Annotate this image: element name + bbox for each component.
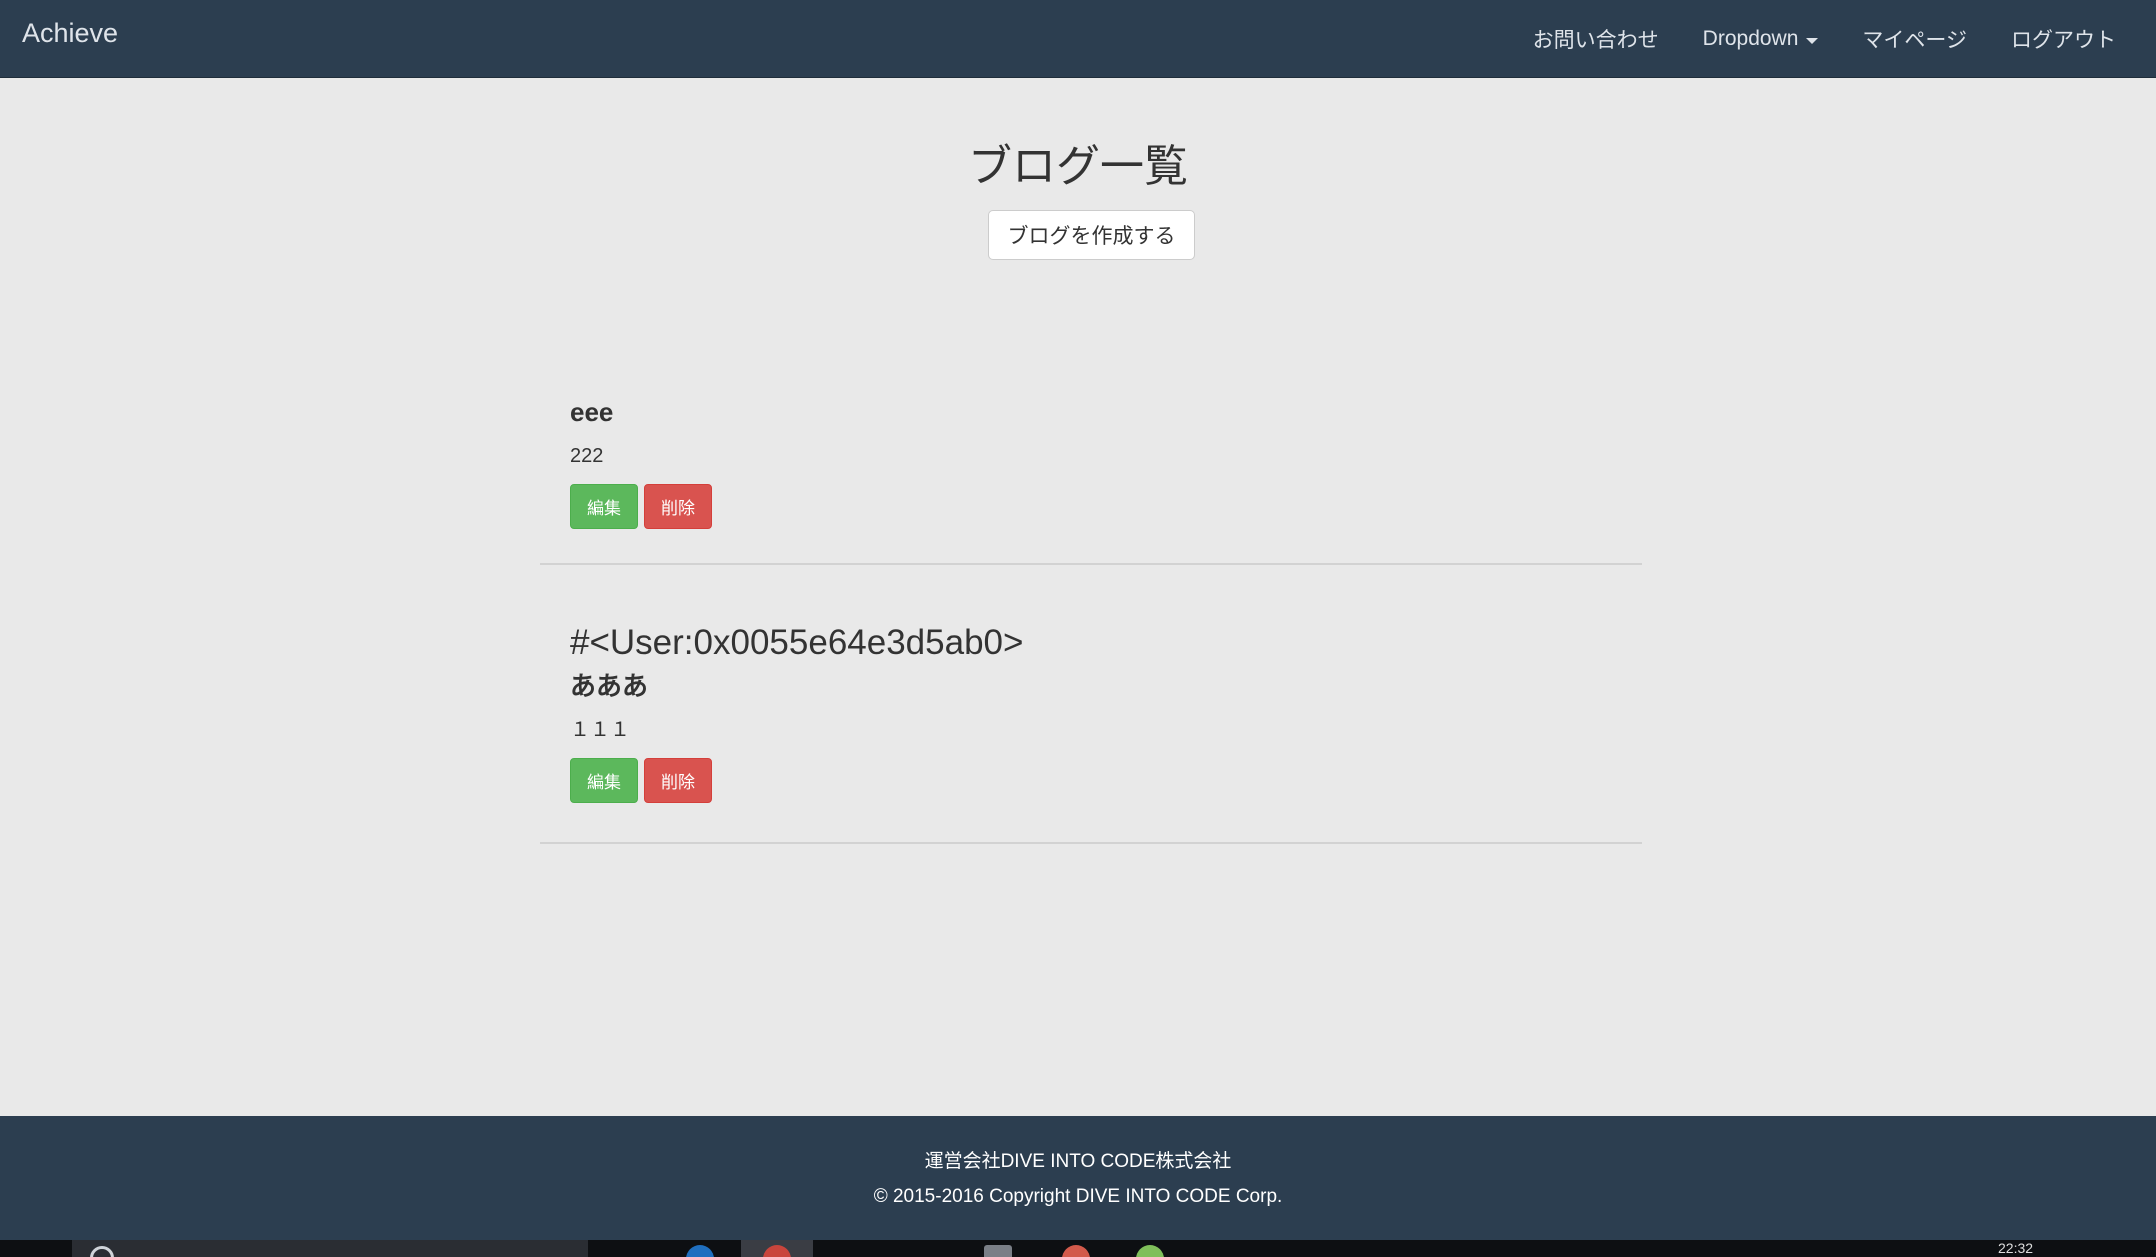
blog-user: #<User:0x0055e64e3d5ab0>	[570, 623, 1024, 662]
edit-button[interactable]: 編集	[570, 758, 638, 803]
app-icon[interactable]	[1062, 1245, 1090, 1257]
taskbar-active-app[interactable]	[741, 1240, 813, 1257]
blog-entry: #<User:0x0055e64e3d5ab0> あああ １１１ 編集 削除	[540, 565, 1642, 844]
taskbar-search-box[interactable]	[72, 1240, 588, 1257]
blog-entry-body: eee 222 編集 削除	[570, 396, 712, 529]
chrome-icon	[763, 1245, 791, 1257]
blog-content: 222	[570, 445, 604, 467]
app-icon[interactable]	[1136, 1245, 1164, 1257]
footer-company: 運営会社DIVE INTO CODE株式会社	[924, 1151, 1232, 1172]
page-title: ブログ一覧	[968, 142, 1188, 191]
delete-button[interactable]: 削除	[644, 484, 712, 529]
nav-items: お問い合わせ Dropdown マイページ ログアウト	[1511, 0, 2156, 78]
navbar: Achieve お問い合わせ Dropdown マイページ ログアウト	[0, 0, 2156, 78]
nav-dropdown[interactable]: Dropdown	[1681, 0, 1841, 78]
footer: 運営会社DIVE INTO CODE株式会社 © 2015-2016 Copyr…	[0, 1116, 2156, 1240]
main-content: ブログ一覧 ブログを作成する eee 222 編集 削除 #<User:0x00…	[0, 78, 2156, 1116]
blog-entry-body: #<User:0x0055e64e3d5ab0> あああ １１１ 編集 削除	[570, 623, 1023, 803]
nav-contact-label: お問い合わせ	[1532, 29, 1659, 52]
browser-icon[interactable]	[686, 1245, 714, 1257]
os-taskbar: 22:32	[0, 1240, 2156, 1257]
blog-title: eee	[570, 397, 614, 427]
blog-actions: 編集 削除	[570, 484, 712, 529]
edit-button[interactable]: 編集	[570, 484, 638, 529]
blog-content: １１１	[570, 719, 630, 741]
delete-button[interactable]: 削除	[644, 758, 712, 803]
brand-link[interactable]: Achieve	[22, 18, 118, 49]
blog-entry: eee 222 編集 削除	[540, 308, 1642, 565]
nav-mypage-label: マイページ	[1862, 29, 1967, 52]
nav-logout[interactable]: ログアウト	[1989, 0, 2156, 78]
blog-actions: 編集 削除	[570, 758, 1023, 803]
search-icon	[90, 1246, 114, 1257]
taskbar-clock: 22:32	[1998, 1240, 2034, 1256]
folder-icon[interactable]	[984, 1245, 1012, 1257]
nav-contact[interactable]: お問い合わせ	[1511, 0, 1681, 78]
blog-title: あああ	[570, 671, 649, 701]
create-blog-button[interactable]: ブログを作成する	[988, 210, 1195, 260]
nav-dropdown-label: Dropdown	[1702, 27, 1799, 50]
nav-logout-label: ログアウト	[2011, 29, 2116, 52]
footer-copyright: © 2015-2016 Copyright DIVE INTO CODE Cor…	[873, 1186, 1283, 1207]
nav-mypage[interactable]: マイページ	[1840, 0, 1989, 78]
caret-down-icon	[1806, 37, 1819, 44]
